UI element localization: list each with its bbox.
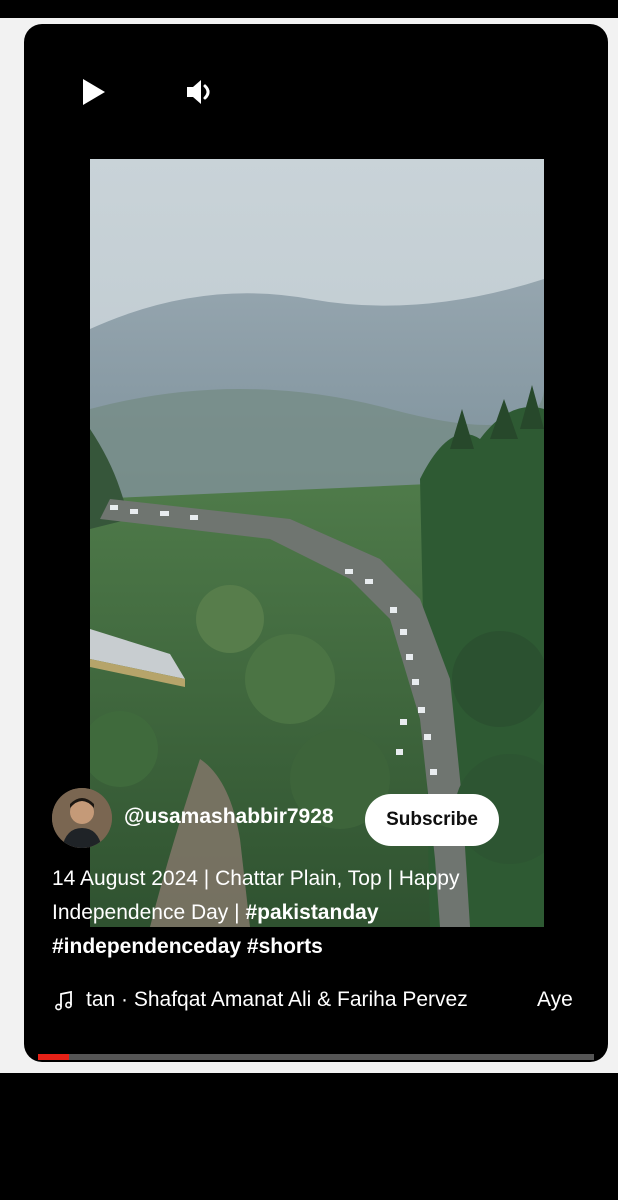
bottom-area xyxy=(0,1073,618,1200)
channel-handle[interactable]: @usamashabbir7928 xyxy=(124,805,334,829)
avatar[interactable] xyxy=(52,788,112,848)
play-button[interactable] xyxy=(72,70,116,114)
music-track-next: Aye xyxy=(537,988,573,1011)
music-note-icon xyxy=(55,990,72,1011)
title-line-3: #independenceday #shorts xyxy=(52,930,572,964)
title-line-2: Independence Day | #pakistanday xyxy=(52,896,572,930)
title-text: Independence Day | xyxy=(52,901,246,924)
avatar-image xyxy=(52,788,112,848)
hashtags[interactable]: #independenceday #shorts xyxy=(52,935,323,958)
hashtag-pakistanday[interactable]: #pakistanday xyxy=(245,901,378,924)
shorts-player[interactable]: @usamashabbir7928 Subscribe 14 August 20… xyxy=(24,24,608,1062)
video-title[interactable]: 14 August 2024 | Chattar Plain, Top | Ha… xyxy=(52,862,572,964)
play-icon xyxy=(83,79,105,105)
subscribe-button[interactable]: Subscribe xyxy=(365,794,499,846)
progress-fill xyxy=(38,1054,69,1060)
status-strip xyxy=(0,0,618,18)
volume-button[interactable] xyxy=(178,70,222,114)
progress-bar[interactable] xyxy=(38,1054,594,1060)
volume-icon xyxy=(187,80,210,104)
music-track: tan · Shafqat Amanat Ali & Fariha Pervez xyxy=(86,988,468,1011)
music-row[interactable]: tan · Shafqat Amanat Ali & Fariha Pervez… xyxy=(52,986,592,1016)
title-line-1: 14 August 2024 | Chattar Plain, Top | Ha… xyxy=(52,867,460,890)
channel-row: @usamashabbir7928 Subscribe xyxy=(52,788,592,850)
